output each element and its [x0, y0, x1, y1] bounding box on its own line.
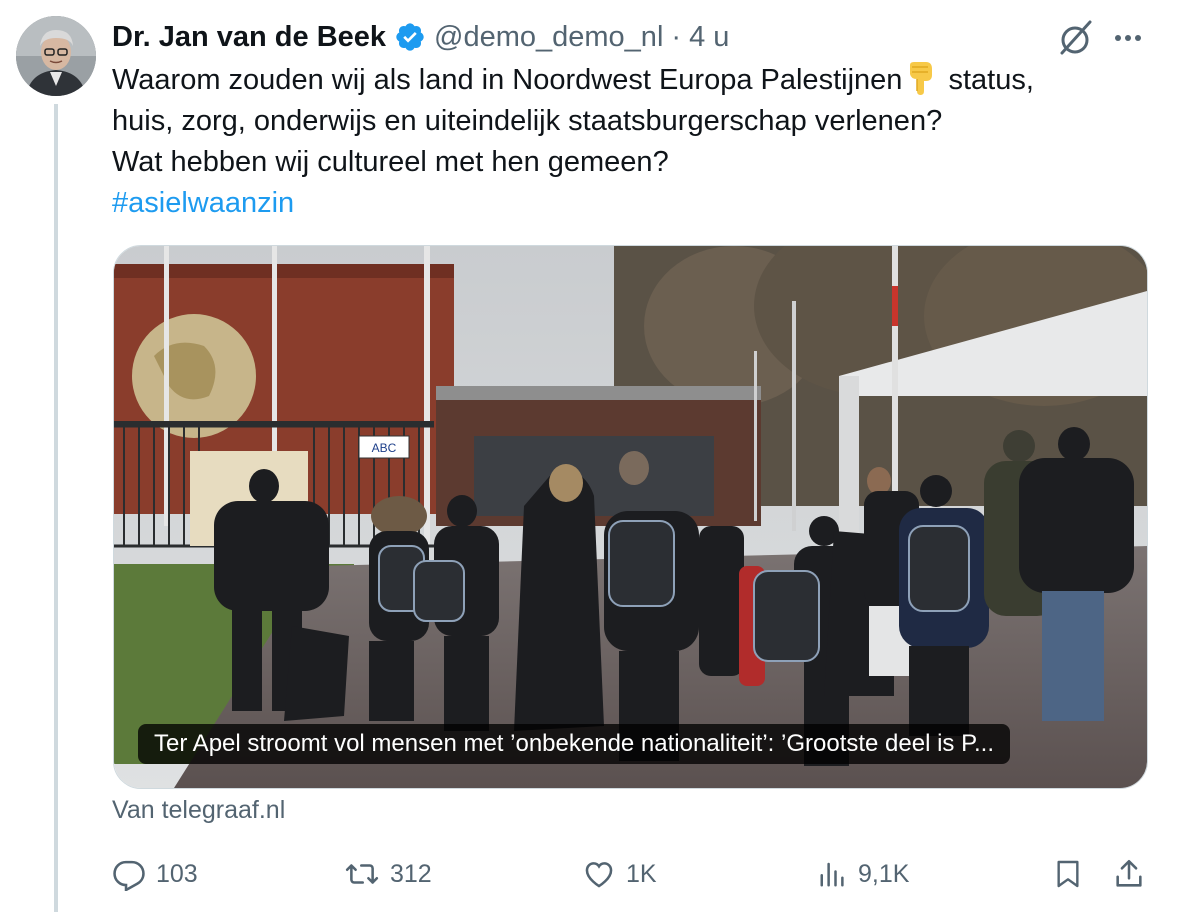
timestamp[interactable]: 4 u [689, 21, 729, 54]
views-button[interactable]: 9,1K [818, 852, 909, 896]
tweet-text: Waarom zouden wij als land in Noordwest … [112, 60, 1132, 224]
reply-icon [112, 857, 146, 891]
bookmark-button[interactable] [1052, 852, 1084, 896]
like-count: 1K [626, 859, 657, 888]
share-icon [1112, 856, 1146, 892]
more-icon[interactable] [1110, 22, 1146, 54]
card-sign-text: ABC [372, 441, 397, 455]
like-button[interactable]: 1K [582, 852, 657, 896]
retweet-count: 312 [390, 859, 432, 888]
link-card[interactable]: ABC Ter Apel stroomt vol mensen met ’onb… [113, 245, 1148, 789]
author-name[interactable]: Dr. Jan van de Beek [112, 21, 386, 54]
tweet-text-part1: Waarom zouden wij als land in Noordwest … [112, 64, 903, 96]
grok-icon[interactable] [1056, 18, 1096, 58]
tweet-header: Dr. Jan van de Beek @demo_demo_nl · 4 u [112, 16, 729, 58]
views-count: 9,1K [858, 859, 910, 888]
action-bar: 103 312 1K 9,1K [112, 852, 1152, 896]
bookmark-icon [1052, 856, 1084, 892]
card-image: ABC [114, 246, 1147, 788]
avatar[interactable] [16, 16, 96, 96]
like-icon [582, 857, 616, 891]
card-caption: Ter Apel stroomt vol mensen met ’onbeken… [138, 724, 1011, 764]
hashtag-link[interactable]: #asielwaanzin [112, 187, 294, 219]
point-down-emoji [906, 61, 936, 95]
thread-line [54, 104, 58, 912]
views-icon [818, 857, 848, 891]
retweet-icon [344, 857, 380, 891]
verified-icon [394, 21, 426, 53]
dot-separator: · [671, 20, 682, 53]
reply-button[interactable]: 103 [112, 852, 198, 896]
retweet-button[interactable]: 312 [344, 852, 432, 896]
author-handle[interactable]: @demo_demo_nl [434, 21, 663, 54]
share-button[interactable] [1112, 852, 1146, 896]
card-source[interactable]: Van telegraaf.nl [112, 796, 285, 825]
reply-count: 103 [156, 859, 198, 888]
